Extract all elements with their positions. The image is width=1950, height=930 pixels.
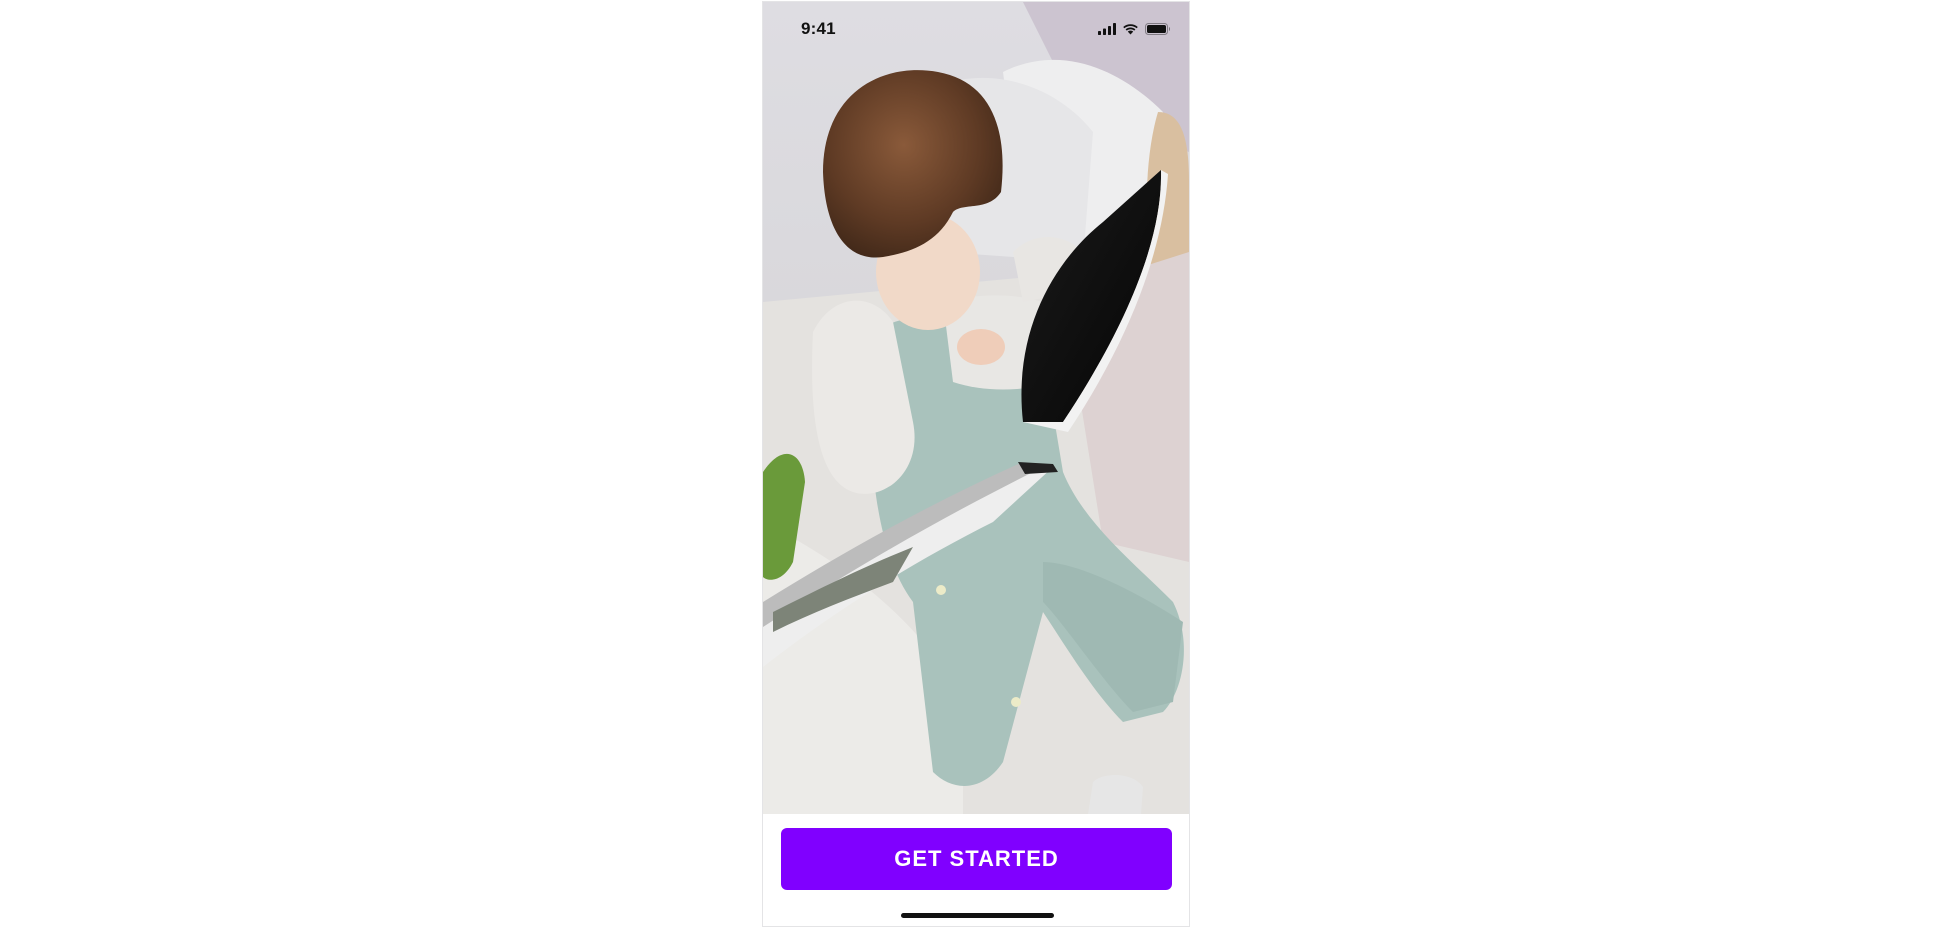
battery-icon bbox=[1145, 23, 1170, 35]
status-time: 9:41 bbox=[801, 19, 836, 38]
status-bar: 9:41 bbox=[763, 2, 1189, 56]
get-started-button[interactable]: GET STARTED bbox=[781, 828, 1172, 890]
phone-screen: 9:41 GET STARTED bbox=[762, 1, 1190, 927]
wifi-icon bbox=[1123, 24, 1138, 35]
status-icons bbox=[1098, 22, 1171, 36]
hero-photo: 9:41 bbox=[763, 2, 1189, 814]
cellular-signal-icon bbox=[1098, 23, 1116, 35]
toddler-reading-illustration bbox=[763, 2, 1189, 814]
home-indicator[interactable] bbox=[901, 913, 1054, 918]
